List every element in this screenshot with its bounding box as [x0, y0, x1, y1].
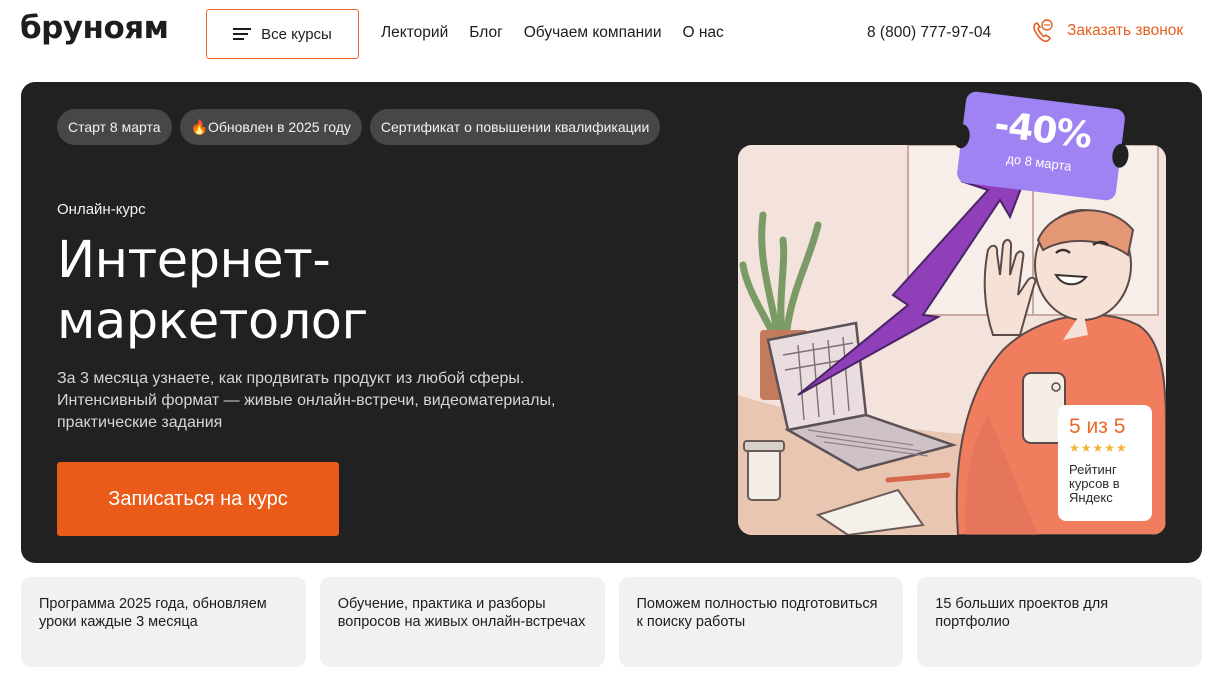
feature-list: Программа 2025 года, обновляем уроки каж… — [21, 577, 1202, 667]
feature-card: 15 больших проектов для портфолио — [917, 577, 1202, 667]
course-description: За 3 месяца узнаете, как продвигать прод… — [57, 370, 556, 431]
course-type: Онлайн-курс — [57, 201, 146, 218]
all-courses-button[interactable]: Все курсы — [206, 9, 359, 59]
nav-item-corporate[interactable]: Обучаем компании — [524, 24, 662, 42]
hero-banner: Старт 8 марта 🔥Обновлен в 2025 году Серт… — [21, 82, 1202, 563]
course-chips: Старт 8 марта 🔥Обновлен в 2025 году Серт… — [57, 109, 661, 145]
logo[interactable]: бруноям — [20, 10, 169, 46]
discount-badge: -40% до 8 марта — [952, 90, 1130, 202]
nav-item-about[interactable]: О нас — [682, 24, 723, 42]
chip-start-date: Старт 8 марта — [57, 109, 172, 145]
phone-call-icon — [1031, 18, 1055, 44]
site-header: бруноям Все курсы Лекторий Блог Обучаем … — [0, 0, 1218, 70]
all-courses-label: Все курсы — [261, 25, 332, 43]
chip-updated: 🔥Обновлен в 2025 году — [179, 109, 362, 145]
callback-link[interactable]: Заказать звонок — [1031, 18, 1183, 44]
phone-number[interactable]: 8 (800) 777-97-04 — [867, 24, 991, 42]
menu-icon — [233, 28, 252, 40]
callback-label: Заказать звонок — [1067, 22, 1184, 39]
nav-item-blog[interactable]: Блог — [469, 24, 503, 42]
main-nav: Лекторий Блог Обучаем компании О нас — [381, 24, 724, 42]
rating-card: 5 из 5 ★★★★★ Рейтинг курсов в Яндекс — [1058, 405, 1152, 521]
feature-card: Поможем полностью подготовиться к поиску… — [618, 577, 904, 667]
feature-card: Обучение, практика и разборы вопросов на… — [319, 577, 605, 667]
title-line-2: маркетолог — [57, 292, 368, 351]
rating-label: Рейтинг курсов в Яндекс — [1069, 462, 1120, 505]
feature-card: Программа 2025 года, обновляем уроки каж… — [21, 577, 306, 667]
rating-score: 5 из 5 — [1069, 415, 1126, 438]
page-title: Интернет- маркетолог — [57, 230, 477, 352]
chip-certificate: Сертификат о повышении квалификации — [369, 109, 661, 145]
enroll-button[interactable]: Записаться на курс — [57, 462, 339, 536]
rating-stars: ★★★★★ — [1069, 441, 1128, 455]
nav-item-lectures[interactable]: Лекторий — [381, 24, 448, 42]
title-line-1: Интернет- — [57, 231, 331, 290]
